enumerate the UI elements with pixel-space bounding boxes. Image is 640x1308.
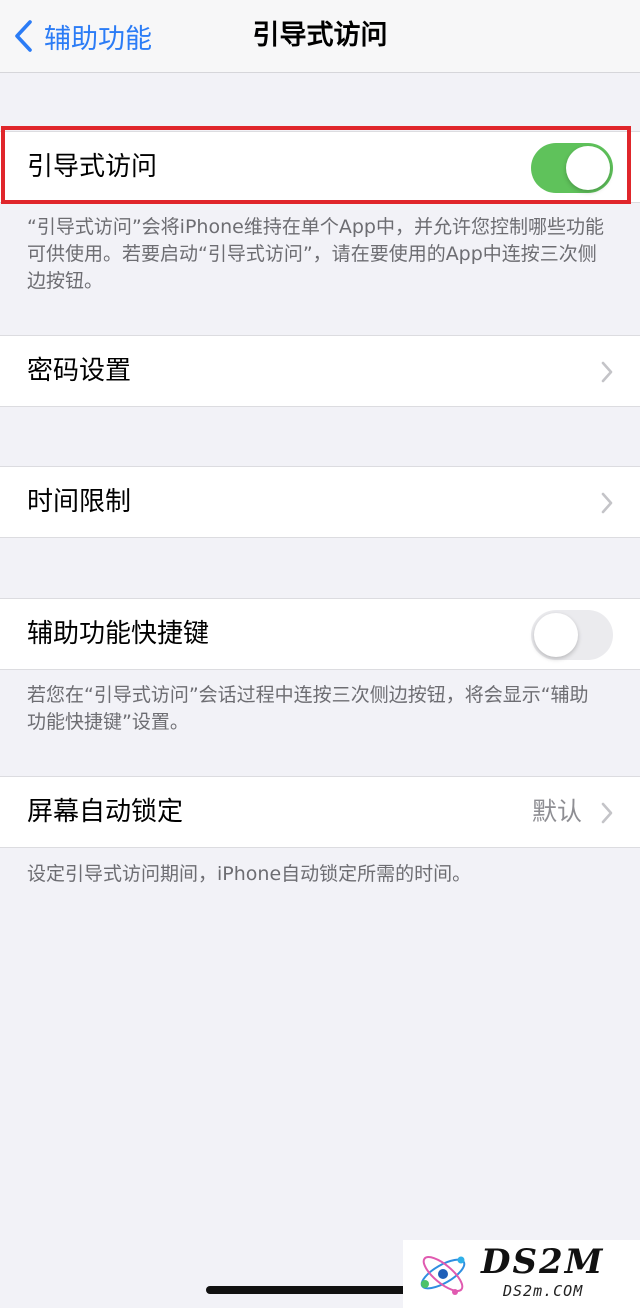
accessibility-shortcut-footer: 若您在“引导式访问”会话过程中连按三次侧边按钮，将会显示“辅助功能快捷键”设置。 <box>27 684 589 733</box>
guided-access-footer: “引导式访问”会将iPhone维持在单个App中，并允许您控制哪些功能可供使用。… <box>27 216 604 292</box>
accessibility-shortcut-toggle[interactable] <box>531 610 613 660</box>
toggle-knob <box>566 146 610 190</box>
auto-lock-cell[interactable]: 屏幕自动锁定 默认 <box>0 776 640 848</box>
guided-access-label: 引导式访问 <box>27 152 158 182</box>
page-title: 引导式访问 <box>252 20 388 51</box>
auto-lock-label: 屏幕自动锁定 <box>27 797 184 827</box>
auto-lock-footer: 设定引导式访问期间，iPhone自动锁定所需的时间。 <box>27 863 472 885</box>
guided-access-toggle[interactable] <box>531 143 613 193</box>
auto-lock-value: 默认 <box>531 797 582 826</box>
watermark-domain: DS2m.COM <box>503 1282 584 1300</box>
atom-logo-icon <box>420 1256 466 1295</box>
chevron-right-icon <box>601 492 613 514</box>
time-limits-cell[interactable]: 时间限制 <box>0 466 640 538</box>
passcode-settings-label: 密码设置 <box>27 356 132 386</box>
navigation-bar: 辅助功能 引导式访问 <box>0 0 640 73</box>
chevron-right-icon <box>601 361 613 383</box>
time-limits-label: 时间限制 <box>27 487 132 517</box>
home-indicator <box>206 1286 436 1294</box>
watermark-brand: DS2M <box>481 1242 605 1282</box>
passcode-settings-cell[interactable]: 密码设置 <box>0 335 640 407</box>
toggle-knob <box>534 613 578 657</box>
watermark: DS2M DS2m.COM <box>403 1240 640 1308</box>
guided-access-cell: 引导式访问 <box>0 131 640 203</box>
chevron-right-icon <box>601 802 613 824</box>
accessibility-shortcut-cell: 辅助功能快捷键 <box>0 598 640 670</box>
accessibility-shortcut-label: 辅助功能快捷键 <box>27 619 210 649</box>
